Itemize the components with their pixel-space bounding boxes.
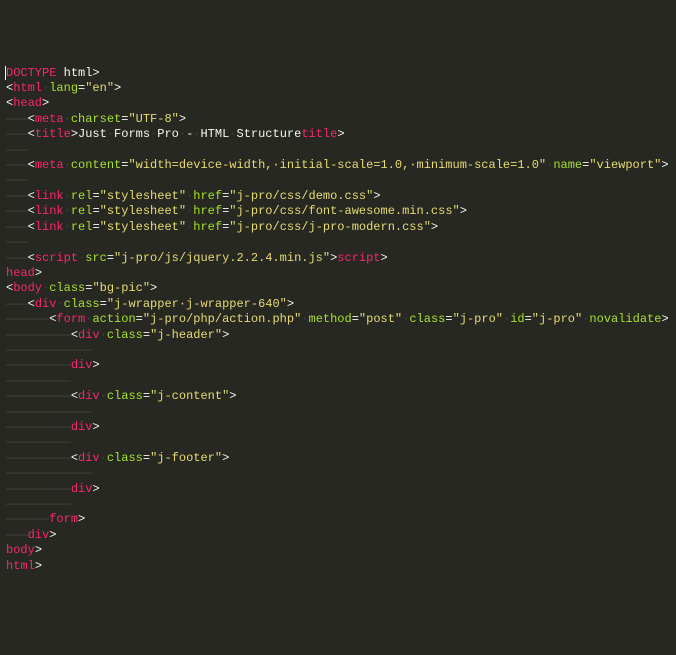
code-line[interactable]: —————————div>——————————————————<div·clas… (6, 358, 670, 574)
code-line[interactable]: ——— (6, 173, 670, 188)
code-line[interactable]: —————————div>———————————————form>———div>… (6, 482, 670, 574)
code-line[interactable]: ———————————— (6, 466, 670, 481)
code-line[interactable]: head><body·class="bg-pic">———<div·class=… (6, 266, 670, 574)
code-line[interactable]: ———<link·rel="stylesheet"·href="j-pro/cs… (6, 204, 670, 219)
code-line[interactable]: ———<meta·charset="UTF-8"> (6, 112, 670, 127)
code-line[interactable]: <head> (6, 96, 670, 111)
code-line[interactable]: html> (6, 559, 670, 574)
code-line[interactable]: ———————————— (6, 343, 670, 358)
code-line[interactable]: ————————— (6, 497, 670, 512)
code-line[interactable]: ——— (6, 235, 670, 250)
code-line[interactable]: ——————form>———div>body>html> (6, 512, 670, 574)
code-line[interactable]: <html·lang="en"> (6, 81, 670, 96)
code-editor-content[interactable]: DOCTYPE html><html·lang="en"><head>———<m… (6, 66, 670, 574)
code-line[interactable]: ————————— (6, 435, 670, 450)
code-line[interactable]: —————————<div·class="j-footer"> (6, 451, 670, 466)
code-line[interactable]: body>html> (6, 543, 670, 574)
code-line[interactable]: ———<meta·content="width=device-width,·in… (6, 158, 670, 173)
code-line[interactable]: —————————<div·class="j-header"> (6, 328, 670, 343)
code-line[interactable]: ————————— (6, 374, 670, 389)
code-line[interactable]: ———<link·rel="stylesheet"·href="j-pro/cs… (6, 189, 670, 204)
code-line[interactable]: ——— (6, 143, 670, 158)
code-line[interactable]: ———<link·rel="stylesheet"·href="j-pro/cs… (6, 220, 670, 235)
code-line[interactable]: <body·class="bg-pic"> (6, 281, 670, 296)
code-line[interactable]: —————————<div·class="j-content"> (6, 389, 670, 404)
code-line[interactable]: ———<script·src="j-pro/js/jquery.2.2.4.mi… (6, 251, 670, 575)
code-line[interactable]: DOCTYPE html><html·lang="en"><head>———<m… (6, 66, 670, 574)
code-line[interactable]: ———————————— (6, 405, 670, 420)
code-line[interactable]: ———<div·class="j-wrapper·j-wrapper-640"> (6, 297, 670, 312)
code-line[interactable]: ———<title>Just·Forms·Pro·-·HTML·Structur… (6, 127, 670, 574)
code-line[interactable]: ——————<form·action="j-pro/php/action.php… (6, 312, 670, 327)
code-line[interactable]: —————————div>——————————————————<div·clas… (6, 420, 670, 574)
code-line[interactable]: ———div>body>html> (6, 528, 670, 574)
